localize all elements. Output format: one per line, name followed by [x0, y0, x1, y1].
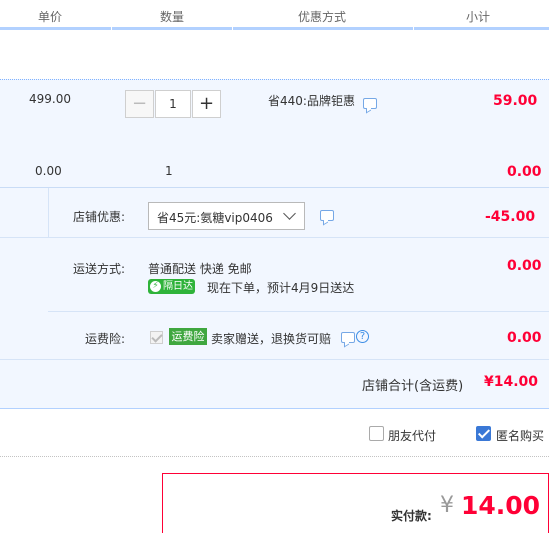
- insurance-description: 卖家赠送，退换货可赔: [211, 332, 332, 346]
- shop-coupon-select[interactable]: 省45元:氨糖vip0406: [148, 202, 305, 230]
- shop-total-amount: ¥14.00: [484, 374, 539, 390]
- column-header-quantity: 数量: [160, 10, 185, 24]
- chat-icon[interactable]: [320, 210, 334, 221]
- friend-pay-checkbox[interactable]: [369, 426, 384, 441]
- increase-quantity-button[interactable]: +: [192, 90, 221, 118]
- cart-table-header: 单价 数量 优惠方式 小计: [0, 0, 549, 30]
- gift-quantity: 1: [165, 164, 173, 178]
- insurance-tag: 运费险: [169, 328, 207, 345]
- shop-coupon-selected: 省45元:氨糖vip0406: [157, 211, 273, 225]
- payment-amount: 14.00: [461, 491, 541, 520]
- insurance-amount: 0.00: [507, 330, 542, 346]
- shop-coupon-amount: -45.00: [485, 209, 536, 225]
- divider: [0, 456, 549, 457]
- anonymous-purchase-label: 匿名购买: [496, 429, 545, 443]
- item-price: 499.00: [29, 92, 71, 106]
- friend-pay-label: 朋友代付: [388, 429, 437, 443]
- next-day-delivery-badge: ⚡ 隔日达: [148, 279, 195, 294]
- payment-currency: ¥: [440, 493, 454, 518]
- order-item: 499.00 省440:品牌钜惠 59.00 0.00 1 0.00: [0, 79, 549, 187]
- lightning-icon: ⚡: [150, 281, 161, 292]
- chat-icon[interactable]: [363, 98, 377, 109]
- decrease-quantity-button[interactable]: −: [125, 90, 154, 118]
- anonymous-purchase-checkbox[interactable]: [476, 426, 491, 441]
- gift-price: 0.00: [35, 164, 62, 178]
- help-icon[interactable]: ?: [356, 330, 369, 343]
- shipping-method: 普通配送 快递 免邮: [148, 262, 252, 276]
- column-header-subtotal: 小计: [466, 10, 491, 24]
- column-header-discount: 优惠方式: [298, 10, 347, 24]
- shipping-label: 运送方式:: [73, 262, 126, 276]
- insurance-checkbox[interactable]: [150, 331, 163, 344]
- quantity-stepper: − 1 +: [125, 90, 221, 118]
- quantity-input[interactable]: 1: [155, 90, 191, 118]
- payment-label: 实付款:: [391, 509, 432, 523]
- shop-total-label: 店铺合计(含运费): [362, 379, 464, 394]
- chat-icon[interactable]: [341, 332, 355, 343]
- item-discount: 省440:品牌钜惠: [268, 94, 355, 108]
- gift-subtotal: 0.00: [507, 164, 542, 180]
- insurance-label: 运费险:: [85, 332, 126, 346]
- column-header-price: 单价: [38, 10, 63, 24]
- item-subtotal: 59.00: [493, 93, 538, 109]
- shop-coupon-label: 店铺优惠:: [73, 210, 126, 224]
- payment-summary: 实付款: ¥ 14.00: [162, 473, 549, 533]
- shipping-eta: 现在下单，预计4月9日送达: [207, 281, 355, 295]
- chevron-down-icon: [283, 207, 296, 220]
- shipping-amount: 0.00: [507, 258, 542, 274]
